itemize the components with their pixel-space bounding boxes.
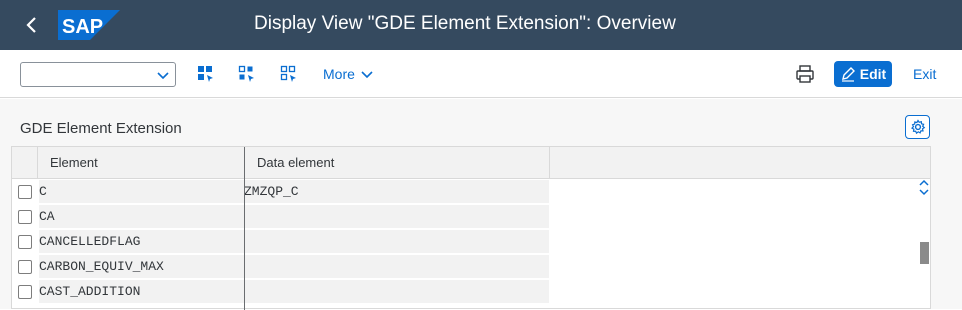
fixed-column-divider [244, 147, 245, 310]
select-block-icon [238, 65, 254, 82]
chevron-left-icon [26, 17, 36, 33]
more-menu-button[interactable]: More [323, 66, 373, 82]
data-element-cell[interactable] [244, 230, 549, 254]
print-button[interactable] [795, 64, 815, 84]
table-row: CARBON_EQUIV_MAX [12, 255, 918, 280]
table-row: C ZMZQP_C [12, 180, 918, 205]
data-element-cell[interactable]: ZMZQP_C [244, 180, 549, 204]
element-cell: CA [39, 205, 244, 229]
command-dropdown[interactable] [20, 62, 176, 87]
data-element-cell[interactable] [244, 255, 549, 279]
section-title: GDE Element Extension [20, 120, 182, 137]
row-select-checkbox[interactable] [18, 185, 32, 199]
edit-label: Edit [859, 66, 887, 82]
scroll-up-icon[interactable] [919, 179, 929, 187]
table-header: Element Data element [12, 147, 930, 179]
select-block-button[interactable] [236, 63, 258, 85]
data-table: Element Data element C ZMZQP_C CA CANCEL… [11, 146, 931, 310]
logo-text: SAP [62, 16, 103, 38]
deselect-all-icon [280, 65, 296, 82]
gear-icon [910, 119, 925, 135]
scroll-down-icon[interactable] [919, 188, 929, 196]
chevron-down-icon [361, 71, 373, 79]
chevron-down-icon [157, 72, 169, 80]
element-cell: CANCELLEDFLAG [39, 230, 244, 254]
toolbar: More Edit Exit [0, 50, 962, 98]
row-select-checkbox[interactable] [18, 285, 32, 299]
element-cell: CARBON_EQUIV_MAX [39, 255, 244, 279]
element-cell: C [39, 180, 244, 204]
element-cell: CAST_ADDITION [39, 280, 244, 304]
shell-header: SAP Display View "GDE Element Extension"… [0, 0, 962, 50]
row-select-checkbox[interactable] [18, 235, 32, 249]
table-row: CANCELLEDFLAG [12, 230, 918, 255]
column-divider [37, 147, 38, 179]
table-row: CAST_ADDITION [12, 280, 918, 305]
data-element-cell[interactable] [244, 205, 549, 229]
column-divider [549, 147, 550, 179]
column-header-data-element[interactable]: Data element [257, 155, 334, 170]
page-title: Display View "GDE Element Extension": Ov… [254, 13, 676, 34]
back-button[interactable] [18, 11, 46, 39]
edit-icon [841, 67, 855, 82]
sap-logo: SAP [58, 10, 120, 45]
data-element-cell[interactable] [244, 280, 549, 304]
row-select-checkbox[interactable] [18, 260, 32, 274]
more-label: More [323, 66, 355, 82]
main-content: GDE Element Extension Element Data eleme… [0, 99, 962, 310]
row-select-checkbox[interactable] [18, 210, 32, 224]
printer-icon [796, 65, 814, 83]
table-row: CA [12, 205, 918, 230]
exit-button[interactable]: Exit [913, 66, 936, 82]
column-header-element[interactable]: Element [50, 155, 98, 170]
table-settings-button[interactable] [905, 115, 930, 139]
select-all-icon [198, 66, 213, 82]
edit-button[interactable]: Edit [834, 61, 892, 87]
select-all-button[interactable] [195, 63, 217, 85]
deselect-all-button[interactable] [278, 63, 300, 85]
vertical-scrollbar[interactable] [918, 179, 930, 310]
scrollbar-thumb[interactable] [920, 242, 929, 264]
